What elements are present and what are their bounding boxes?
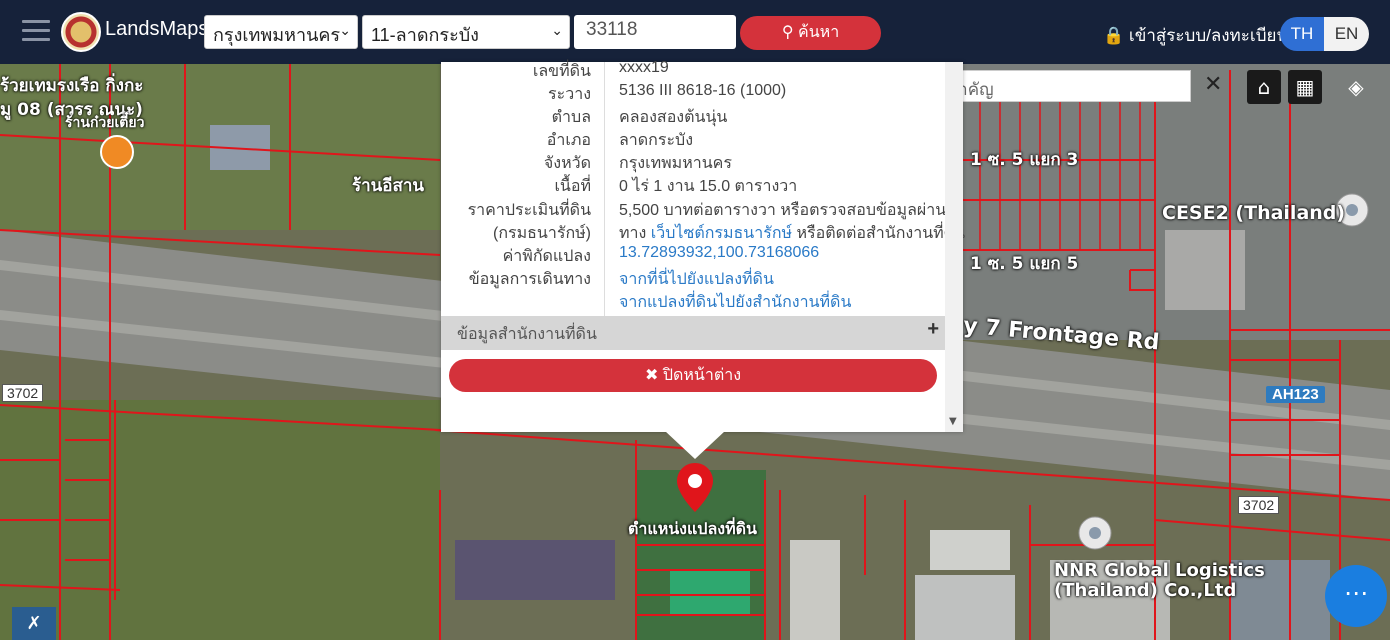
info-row: อำเภอ ลาดกระบัง	[441, 128, 945, 151]
plus-icon[interactable]: +	[927, 318, 939, 341]
close-icon[interactable]: ✕	[1204, 72, 1222, 97]
info-value: 5136 III 8618-16 (1000)	[619, 82, 787, 99]
measure-tool-icon[interactable]: ✗	[12, 607, 56, 640]
lock-icon: 🔒	[1103, 26, 1125, 45]
layers-icon[interactable]: ◈	[1339, 70, 1373, 104]
home-icon[interactable]: ⌂	[1247, 70, 1281, 104]
landsmaps-logo	[61, 12, 101, 52]
login-link[interactable]: 🔒 เข้าสู่ระบบ/ลงทะเบียน	[1103, 22, 1288, 49]
district-select-value: 11-ลาดกระบัง	[371, 25, 479, 45]
info-key: อำเภอ	[546, 132, 591, 149]
top-navbar: LandsMaps กรุงเทพมหานคร ⌄ 11-ลาดกระบัง ⌄…	[0, 0, 1390, 64]
brand-name: LandsMaps	[105, 18, 209, 40]
info-value: ลาดกระบัง	[619, 132, 694, 149]
info-value: ทาง เว็บไซต์กรมธนารักษ์ หรือติดต่อสำนักง…	[619, 221, 965, 246]
map-label-top-left-1: ร้วยเทมรงเรือ กิ่งกะ	[0, 76, 144, 96]
chat-icon[interactable]: ⋯	[1325, 565, 1387, 627]
info-key: จังหวัด	[543, 155, 591, 172]
directions-to-office-link[interactable]: จากแปลงที่ดินไปยังสำนักงานที่ดิน	[619, 290, 851, 315]
info-key: (กรมธนารักษ์)	[493, 225, 591, 242]
close-icon: ✖	[644, 367, 659, 384]
info-value: 5,500 บาทต่อตารางวา หรือตรวจสอบข้อมูลผ่า…	[619, 202, 947, 219]
parcel-location-label: ตำแหน่งแปลงที่ดิน	[628, 521, 757, 538]
map-label-shop: ร้านอีสาน	[352, 176, 425, 196]
info-row: ข้อมูลการเดินทาง จากที่นี่ไปยังแปลงที่ดิ…	[441, 267, 945, 290]
map-label-top-left-3: ร้านก๋วยเตี๋ยว	[65, 115, 145, 131]
info-row: ค่าพิกัดแปลง 13.72893932,100.73168066	[441, 244, 945, 267]
grid-icon[interactable]: ▦	[1288, 70, 1322, 104]
parcel-info-popup: เลขที่ดิน xxxx19 ระวาง 5136 III 8618-16 …	[441, 59, 965, 432]
info-value: xxxx19	[619, 59, 669, 76]
province-select[interactable]: กรุงเทพมหานคร ⌄	[204, 15, 358, 49]
info-row: เนื้อที่ 0 ไร่ 1 งาน 15.0 ตารางวา	[441, 174, 945, 197]
map-label-nnr-2: (Thailand) Co.,Ltd	[1054, 580, 1237, 601]
treasury-website-link[interactable]: เว็บไซต์กรมธนารักษ์	[651, 225, 792, 242]
popup-pointer	[665, 431, 725, 459]
map-label-cese: CESE2 (Thailand)	[1162, 202, 1346, 224]
map-label-soi-1: 1 ซ. 5 แยก 3	[970, 150, 1079, 170]
close-popup-label: ปิดหน้าต่าง	[662, 367, 742, 384]
road-badge-3702-right: 3702	[1238, 496, 1280, 514]
district-select[interactable]: 11-ลาดกระบัง ⌄	[362, 15, 570, 49]
info-row: จากแปลงที่ดินไปยังสำนักงานที่ดิน	[441, 290, 945, 313]
parcel-marker-icon[interactable]	[676, 462, 714, 514]
info-row: ราคาประเมินที่ดิน 5,500 บาทต่อตารางวา หร…	[441, 198, 947, 221]
popup-scrollbar[interactable]	[945, 62, 963, 432]
parcel-number-input[interactable]: 33118	[574, 15, 736, 49]
info-row: เลขที่ดิน xxxx19	[441, 59, 945, 82]
lang-th-button[interactable]: TH	[1280, 17, 1324, 51]
info-key: ราคาประเมินที่ดิน	[467, 202, 591, 219]
menu-icon[interactable]	[22, 20, 50, 44]
chevron-down-icon: ⌄	[339, 22, 351, 38]
info-key: เลขที่ดิน	[532, 63, 591, 80]
info-key: เนื้อที่	[554, 178, 591, 195]
road-badge-ah123: AH123	[1266, 386, 1325, 403]
info-key: ตำบล	[551, 109, 591, 126]
info-row: (กรมธนารักษ์) ทาง เว็บไซต์กรมธนารักษ์ หร…	[441, 221, 965, 244]
info-value: 0 ไร่ 1 งาน 15.0 ตารางวา	[619, 178, 798, 195]
search-button-label: ค้นหา	[798, 24, 840, 41]
coordinates-link[interactable]: 13.72893932,100.73168066	[619, 244, 819, 262]
search-icon: ⚲	[781, 24, 794, 41]
info-row: ตำบล คลองสองต้นนุ่น	[441, 105, 945, 128]
map-label-soi-2: 1 ซ. 5 แยก 5	[970, 254, 1079, 274]
close-popup-button[interactable]: ✖ ปิดหน้าต่าง	[449, 359, 937, 392]
land-office-section[interactable]: ข้อมูลสำนักงานที่ดิน +	[441, 316, 945, 350]
chevron-down-icon: ⌄	[551, 22, 563, 38]
map-label-nnr-1: NNR Global Logistics	[1054, 560, 1265, 581]
info-value: กรุงเทพมหานคร	[619, 155, 732, 172]
price-text: หรือติดต่อสำนักงานที่ดิน	[792, 225, 966, 242]
land-office-section-label: ข้อมูลสำนักงานที่ดิน	[457, 326, 597, 343]
info-row: ระวาง 5136 III 8618-16 (1000)	[441, 82, 945, 105]
road-badge-3702-left: 3702	[2, 384, 44, 402]
login-label: เข้าสู่ระบบ/ลงทะเบียน	[1128, 26, 1289, 45]
info-key: ระวาง	[548, 86, 591, 103]
info-key: ค่าพิกัดแปลง	[502, 248, 591, 265]
lang-en-button[interactable]: EN	[1324, 17, 1369, 51]
info-value: คลองสองต้นนุ่น	[619, 109, 728, 126]
info-key: ข้อมูลการเดินทาง	[468, 271, 591, 288]
scroll-down-arrow-icon[interactable]: ▼	[949, 416, 957, 427]
province-select-value: กรุงเทพมหานคร	[213, 25, 341, 45]
price-text: ทาง	[619, 225, 651, 242]
info-row: จังหวัด กรุงเทพมหานคร	[441, 151, 945, 174]
search-button[interactable]: ⚲ ค้นหา	[740, 16, 881, 50]
directions-to-parcel-link[interactable]: จากที่นี่ไปยังแปลงที่ดิน	[619, 267, 774, 292]
